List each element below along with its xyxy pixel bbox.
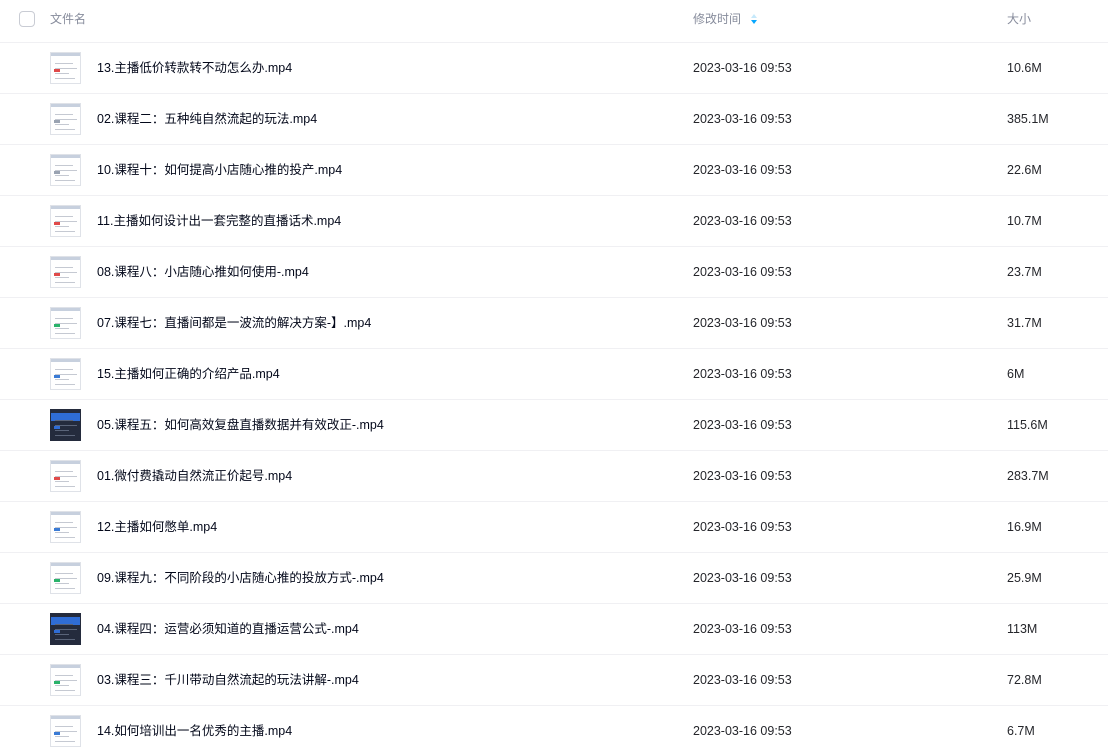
file-mtime: 2023-03-16 09:53 xyxy=(693,724,792,738)
file-size: 283.7M xyxy=(1007,469,1049,483)
file-row[interactable]: 04.课程四：运营必须知道的直播运营公式-.mp4 2023-03-16 09:5… xyxy=(0,604,1108,655)
video-thumbnail[interactable] xyxy=(50,154,81,186)
file-size: 10.6M xyxy=(1007,61,1042,75)
file-mtime: 2023-03-16 09:53 xyxy=(693,520,792,534)
file-row[interactable]: 01.微付费撬动自然流正价起号.mp4 2023-03-16 09:53 283.7… xyxy=(0,451,1108,502)
video-thumbnail[interactable] xyxy=(50,256,81,288)
video-thumbnail[interactable] xyxy=(50,103,81,135)
video-thumbnail[interactable] xyxy=(50,205,81,237)
file-size: 10.7M xyxy=(1007,214,1042,228)
file-mtime: 2023-03-16 09:53 xyxy=(693,61,792,75)
file-mtime: 2023-03-16 09:53 xyxy=(693,469,792,483)
file-mtime: 2023-03-16 09:53 xyxy=(693,112,792,126)
file-mtime: 2023-03-16 09:53 xyxy=(693,673,792,687)
file-size: 23.7M xyxy=(1007,265,1042,279)
column-header-size[interactable]: 大小 xyxy=(1007,12,1031,26)
file-size: 72.8M xyxy=(1007,673,1042,687)
file-size: 113M xyxy=(1007,622,1038,636)
file-size: 22.6M xyxy=(1007,163,1042,177)
file-mtime: 2023-03-16 09:53 xyxy=(693,214,792,228)
file-name[interactable]: 03.课程三：千川带动自然流起的玩法讲解-.mp4 xyxy=(97,673,359,688)
select-all-checkbox[interactable] xyxy=(19,11,35,27)
video-thumbnail[interactable] xyxy=(50,511,81,543)
file-row[interactable]: 09.课程九：不同阶段的小店随心推的投放方式-.mp4 2023-03-16 09… xyxy=(0,553,1108,604)
video-thumbnail[interactable] xyxy=(50,460,81,492)
file-size: 385.1M xyxy=(1007,112,1049,126)
video-thumbnail[interactable] xyxy=(50,307,81,339)
file-mtime: 2023-03-16 09:53 xyxy=(693,418,792,432)
file-mtime: 2023-03-16 09:53 xyxy=(693,163,792,177)
file-name[interactable]: 09.课程九：不同阶段的小店随心推的投放方式-.mp4 xyxy=(97,571,384,586)
column-header-name[interactable]: 文件名 xyxy=(50,12,86,26)
file-mtime: 2023-03-16 09:53 xyxy=(693,316,792,330)
list-header: 文件名 修改时间 大小 xyxy=(0,0,1108,43)
file-name[interactable]: 08.课程八：小店随心推如何使用-.mp4 xyxy=(97,265,309,280)
file-name[interactable]: 13.主播低价转款转不动怎么办.mp4 xyxy=(97,61,292,76)
file-row[interactable]: 10.课程十：如何提高小店随心推的投产.mp4 2023-03-16 09:53 2… xyxy=(0,145,1108,196)
video-thumbnail[interactable] xyxy=(50,409,81,441)
file-rows: 13.主播低价转款转不动怎么办.mp4 2023-03-16 09:53 10.6M… xyxy=(0,43,1108,755)
file-name[interactable]: 15.主播如何正确的介绍产品.mp4 xyxy=(97,367,280,382)
file-row[interactable]: 03.课程三：千川带动自然流起的玩法讲解-.mp4 2023-03-16 09:5… xyxy=(0,655,1108,706)
file-name[interactable]: 10.课程十：如何提高小店随心推的投产.mp4 xyxy=(97,163,342,178)
file-row[interactable]: 05.课程五：如何高效复盘直播数据并有效改正-.mp4 2023-03-16 09… xyxy=(0,400,1108,451)
video-thumbnail[interactable] xyxy=(50,715,81,747)
file-list: 文件名 修改时间 大小 13.主播低价转款转不动怎么办.mp4 2023-03-1… xyxy=(0,0,1108,755)
file-row[interactable]: 08.课程八：小店随心推如何使用-.mp4 2023-03-16 09:53 23.… xyxy=(0,247,1108,298)
file-name[interactable]: 02.课程二：五种纯自然流起的玩法.mp4 xyxy=(97,112,317,127)
file-name[interactable]: 01.微付费撬动自然流正价起号.mp4 xyxy=(97,469,292,484)
file-name[interactable]: 04.课程四：运营必须知道的直播运营公式-.mp4 xyxy=(97,622,359,637)
file-name[interactable]: 07.课程七：直播间都是一波流的解决方案-】.mp4 xyxy=(97,316,371,331)
file-name[interactable]: 12.主播如何憋单.mp4 xyxy=(97,520,217,535)
sort-icon[interactable] xyxy=(750,13,758,25)
video-thumbnail[interactable] xyxy=(50,52,81,84)
file-row[interactable]: 14.如何培训出一名优秀的主播.mp4 2023-03-16 09:53 6.7M xyxy=(0,706,1108,755)
file-mtime: 2023-03-16 09:53 xyxy=(693,622,792,636)
video-thumbnail[interactable] xyxy=(50,358,81,390)
file-mtime: 2023-03-16 09:53 xyxy=(693,571,792,585)
file-size: 16.9M xyxy=(1007,520,1042,534)
file-row[interactable]: 15.主播如何正确的介绍产品.mp4 2023-03-16 09:53 6M xyxy=(0,349,1108,400)
video-thumbnail[interactable] xyxy=(50,562,81,594)
file-row[interactable]: 13.主播低价转款转不动怎么办.mp4 2023-03-16 09:53 10.6M xyxy=(0,43,1108,94)
file-row[interactable]: 12.主播如何憋单.mp4 2023-03-16 09:53 16.9M xyxy=(0,502,1108,553)
video-thumbnail[interactable] xyxy=(50,664,81,696)
file-size: 115.6M xyxy=(1007,418,1048,432)
column-header-mtime[interactable]: 修改时间 xyxy=(693,12,741,26)
file-row[interactable]: 07.课程七：直播间都是一波流的解决方案-】.mp4 2023-03-16 09:… xyxy=(0,298,1108,349)
file-name[interactable]: 11.主播如何设计出一套完整的直播话术.mp4 xyxy=(97,214,341,229)
file-size: 25.9M xyxy=(1007,571,1042,585)
file-size: 6M xyxy=(1007,367,1025,381)
video-thumbnail[interactable] xyxy=(50,613,81,645)
file-mtime: 2023-03-16 09:53 xyxy=(693,265,792,279)
file-row[interactable]: 02.课程二：五种纯自然流起的玩法.mp4 2023-03-16 09:53 385… xyxy=(0,94,1108,145)
file-row[interactable]: 11.主播如何设计出一套完整的直播话术.mp4 2023-03-16 09:53 1… xyxy=(0,196,1108,247)
file-size: 6.7M xyxy=(1007,724,1035,738)
file-name[interactable]: 05.课程五：如何高效复盘直播数据并有效改正-.mp4 xyxy=(97,418,384,433)
file-name[interactable]: 14.如何培训出一名优秀的主播.mp4 xyxy=(97,724,292,739)
file-size: 31.7M xyxy=(1007,316,1042,330)
file-mtime: 2023-03-16 09:53 xyxy=(693,367,792,381)
